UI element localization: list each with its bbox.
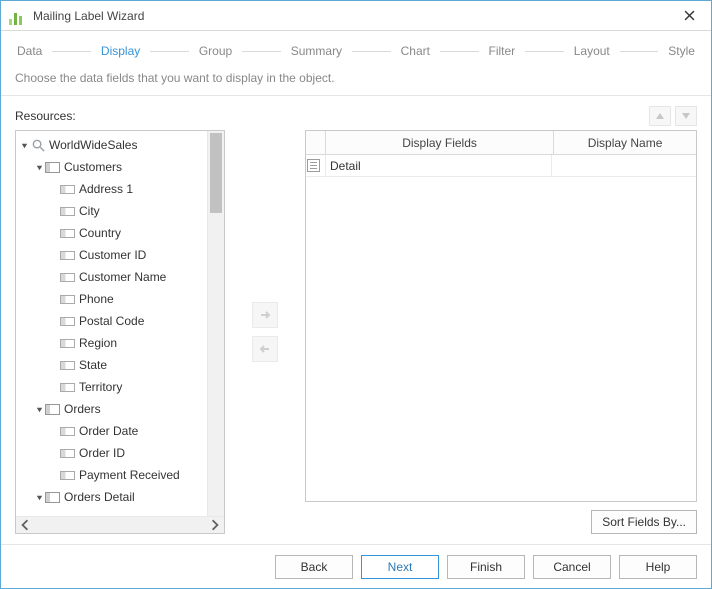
cancel-button[interactable]: Cancel <box>533 555 611 579</box>
tree-node[interactable]: Orders Detail <box>18 486 224 508</box>
field-icon <box>60 251 75 260</box>
step-style[interactable]: Style <box>666 44 697 58</box>
tree-vertical-scrollbar[interactable] <box>207 131 224 516</box>
step-filter[interactable]: Filter <box>487 44 518 58</box>
caret-down-icon[interactable] <box>18 141 30 150</box>
field-icon <box>60 361 75 370</box>
scroll-right-icon[interactable] <box>209 519 221 531</box>
tree-field-label: Address 1 <box>79 182 133 196</box>
detail-icon <box>307 159 320 172</box>
tree-node[interactable]: Country <box>18 222 224 244</box>
tree-node[interactable]: State <box>18 354 224 376</box>
magnifier-icon <box>30 137 46 153</box>
field-icon <box>60 295 75 304</box>
step-chart[interactable]: Chart <box>399 44 432 58</box>
tree-node[interactable]: Order Date <box>18 420 224 442</box>
tree-field-label: Payment Received <box>79 468 180 482</box>
move-down-button[interactable] <box>675 106 697 126</box>
next-button[interactable]: Next <box>361 555 439 579</box>
close-button[interactable] <box>675 5 703 27</box>
add-field-button[interactable] <box>252 302 278 328</box>
back-button[interactable]: Back <box>275 555 353 579</box>
tree-field-label: Phone <box>79 292 114 306</box>
tree-node[interactable]: WorldWideSales <box>18 134 224 156</box>
table-icon <box>45 492 60 503</box>
tree-field-label: City <box>79 204 100 218</box>
tree-table-label: Orders Detail <box>64 490 135 504</box>
resources-tree[interactable]: WorldWideSales Customers Address 1 City Coun… <box>15 130 225 534</box>
tree-node[interactable]: Phone <box>18 288 224 310</box>
field-icon <box>60 449 75 458</box>
caret-down-icon[interactable] <box>33 493 45 502</box>
tree-field-label: Customer ID <box>79 248 146 262</box>
tree-field-label: Territory <box>79 380 122 394</box>
tree-field-label: Postal Code <box>79 314 144 328</box>
table-icon <box>45 404 60 415</box>
breadcrumb: Data Display Group Summary Chart Filter … <box>1 31 711 71</box>
tree-node[interactable]: City <box>18 200 224 222</box>
footer: Back Next Finish Cancel Help <box>1 544 711 588</box>
caret-down-icon[interactable] <box>33 405 45 414</box>
sort-fields-button[interactable]: Sort Fields By... <box>591 510 697 534</box>
remove-field-button[interactable] <box>252 336 278 362</box>
field-icon <box>60 471 75 480</box>
field-icon <box>60 207 75 216</box>
dialog-window: Mailing Label Wizard Data Display Group … <box>0 0 712 589</box>
step-group[interactable]: Group <box>197 44 234 58</box>
app-logo-icon <box>9 7 27 25</box>
tree-node[interactable]: Customer Name <box>18 266 224 288</box>
tree-node[interactable]: Customer ID <box>18 244 224 266</box>
field-icon <box>60 427 75 436</box>
tree-field-label: Order Date <box>79 424 138 438</box>
finish-button[interactable]: Finish <box>447 555 525 579</box>
step-data[interactable]: Data <box>15 44 44 58</box>
tree-node[interactable]: Territory <box>18 376 224 398</box>
resources-label: Resources: <box>15 109 649 123</box>
field-icon <box>60 383 75 392</box>
table-row[interactable]: Detail <box>306 155 696 177</box>
tree-field-label: Region <box>79 336 117 350</box>
caret-down-icon[interactable] <box>33 163 45 172</box>
tree-node[interactable]: Orders <box>18 398 224 420</box>
tree-horizontal-scrollbar[interactable] <box>16 516 224 533</box>
window-title: Mailing Label Wizard <box>33 9 675 23</box>
step-summary[interactable]: Summary <box>289 44 344 58</box>
field-icon <box>60 339 75 348</box>
tree-field-label: Customer Name <box>79 270 166 284</box>
step-layout[interactable]: Layout <box>572 44 612 58</box>
field-icon <box>60 229 75 238</box>
tree-node[interactable]: Postal Code <box>18 310 224 332</box>
body: Resources: WorldWideSales Customers Addres… <box>1 96 711 544</box>
tree-node[interactable]: Region <box>18 332 224 354</box>
field-icon <box>60 317 75 326</box>
step-display[interactable]: Display <box>99 44 142 58</box>
tree-field-label: Order ID <box>79 446 125 460</box>
scroll-left-icon[interactable] <box>19 519 31 531</box>
tree-table-label: Orders <box>64 402 101 416</box>
display-fields-grid[interactable]: Display Fields Display Name Detail <box>305 130 697 502</box>
tree-node[interactable]: Customers <box>18 156 224 178</box>
tree-node[interactable]: Payment Received <box>18 464 224 486</box>
row-display-field: Detail <box>330 159 361 173</box>
tree-field-label: State <box>79 358 107 372</box>
transfer-buttons <box>225 130 305 534</box>
field-icon <box>60 273 75 282</box>
titlebar: Mailing Label Wizard <box>1 1 711 31</box>
tree-table-label: Customers <box>64 160 122 174</box>
move-up-button[interactable] <box>649 106 671 126</box>
field-icon <box>60 185 75 194</box>
tree-node[interactable]: Order ID <box>18 442 224 464</box>
tree-root-label: WorldWideSales <box>49 138 137 152</box>
column-display-fields[interactable]: Display Fields <box>326 131 554 155</box>
table-icon <box>45 162 60 173</box>
subheading: Choose the data fields that you want to … <box>1 71 711 96</box>
grid-header: Display Fields Display Name <box>306 131 696 155</box>
help-button[interactable]: Help <box>619 555 697 579</box>
column-display-name[interactable]: Display Name <box>554 131 696 155</box>
tree-field-label: Country <box>79 226 121 240</box>
tree-node[interactable]: Address 1 <box>18 178 224 200</box>
